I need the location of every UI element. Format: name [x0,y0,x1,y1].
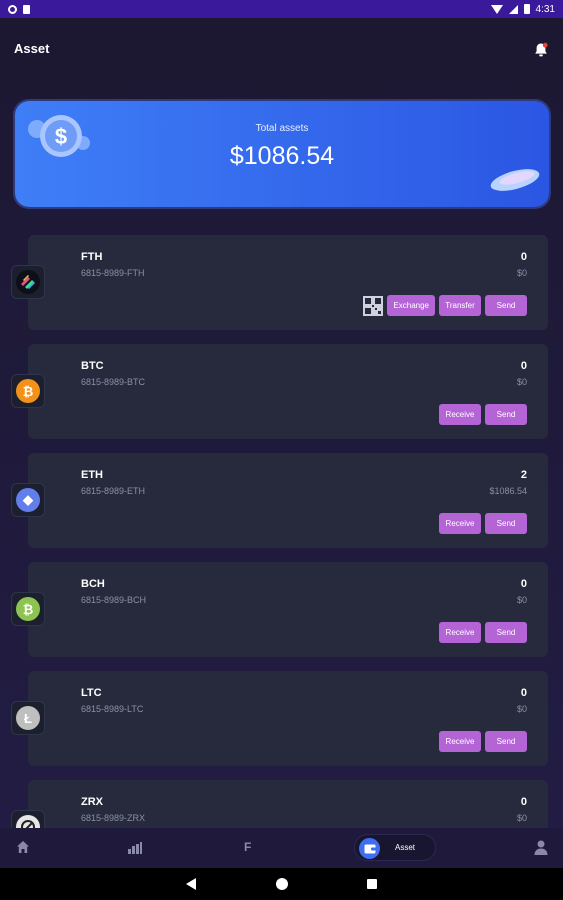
asset-usd-value: $0 [516,813,527,823]
asset-actions: Exchange Transfer Send [363,295,527,316]
nav-f-item[interactable]: F [244,840,251,854]
recent-apps-icon[interactable] [367,879,377,889]
asset-card[interactable]: BCH 6815-8989-BCH 0 $0 Receive Send [28,562,548,657]
asset-address: 6815-8989-FTH [81,268,145,278]
asset-item[interactable]: ZRX 6815-8989-ZRX 0 $0 [0,780,563,828]
ltc-coin-box: Ł [11,701,45,735]
bar-chart-icon[interactable] [128,842,142,854]
status-bar: 4:31 [0,0,563,18]
asset-usd-value: $0 [516,377,527,387]
zrx-coin-box [11,810,45,828]
asset-symbol: FTH [81,251,103,263]
nav-asset-tab[interactable]: Asset [354,834,436,861]
settings-status-icon [8,4,17,14]
bch-coin-icon: ₿ [16,597,40,621]
asset-usd-value: $0 [516,595,527,605]
asset-symbol: BCH [81,578,105,590]
asset-address: 6815-8989-LTC [81,704,144,714]
bch-coin-box: ₿ [11,592,45,626]
asset-address: 6815-8989-ETH [81,486,146,496]
receive-button[interactable]: Receive [439,731,481,752]
asset-balance: 0 [520,360,527,372]
asset-symbol: LTC [81,687,102,699]
asset-screen: Asset $ Total assets $1086.54 FTH 6815-89… [0,18,563,828]
asset-actions: Receive Send [439,731,527,752]
disc-decoration-icon [490,169,540,191]
send-button[interactable]: Send [485,731,527,752]
asset-symbol: ETH [81,469,103,481]
total-assets-label: Total assets [255,123,309,134]
asset-item[interactable]: LTC 6815-8989-LTC 0 $0 Receive Send Ł [0,671,563,766]
zrx-coin-icon [16,815,40,828]
asset-address: 6815-8989-BTC [81,377,146,387]
asset-card[interactable]: ZRX 6815-8989-ZRX 0 $0 [28,780,548,828]
asset-balance: 2 [520,469,527,481]
fth-coin-box [11,265,45,299]
receive-button[interactable]: Receive [439,404,481,425]
qr-code-icon[interactable] [363,295,384,316]
bottom-nav: F Asset [0,828,563,868]
signal-icon [508,4,518,14]
send-button[interactable]: Send [485,295,527,316]
eth-coin-icon: ◆ [16,488,40,512]
page-title: Asset [14,41,50,56]
asset-balance: 0 [520,578,527,590]
asset-actions: Receive Send [439,404,527,425]
wifi-icon [490,4,503,14]
btc-coin-box: ₿ [11,374,45,408]
receive-button[interactable]: Receive [439,622,481,643]
asset-item[interactable]: ETH 6815-8989-ETH 2 $1086.54 Receive Send ◆ [0,453,563,548]
send-button[interactable]: Send [485,513,527,534]
asset-usd-value: $0 [516,704,527,714]
receive-button[interactable]: Receive [439,513,481,534]
battery-icon [523,4,530,14]
asset-usd-value: $1086.54 [489,486,527,496]
total-assets-value: $1086.54 [229,142,335,170]
bell-icon[interactable] [533,42,549,58]
asset-actions: Receive Send [439,622,527,643]
fth-coin-icon [16,270,40,294]
nav-asset-label: Asset [395,843,416,852]
home-circle-icon[interactable] [276,878,288,890]
asset-balance: 0 [520,687,527,699]
sd-card-icon [23,4,30,14]
status-left [8,4,30,14]
asset-item[interactable]: FTH 6815-8989-FTH 0 $0 Exchange Transfer Send [0,235,563,330]
wallet-icon [359,838,380,859]
total-assets-card: $ Total assets $1086.54 [15,101,549,207]
ltc-coin-icon: Ł [16,706,40,730]
asset-symbol: ZRX [81,796,103,808]
system-nav-bar [0,868,563,900]
status-time: 4:31 [535,3,555,15]
send-button[interactable]: Send [485,622,527,643]
asset-card[interactable]: ETH 6815-8989-ETH 2 $1086.54 Receive Send [28,453,548,548]
asset-address: 6815-8989-BCH [81,595,147,605]
back-icon[interactable] [186,878,196,890]
transfer-button[interactable]: Transfer [439,295,481,316]
eth-coin-box: ◆ [11,483,45,517]
asset-balance: 0 [520,796,527,808]
asset-symbol: BTC [81,360,104,372]
asset-item[interactable]: BTC 6815-8989-BTC 0 $0 Receive Send ₿ [0,344,563,439]
asset-card[interactable]: FTH 6815-8989-FTH 0 $0 Exchange Transfer Send [28,235,548,330]
btc-coin-icon: ₿ [16,379,40,403]
asset-item[interactable]: BCH 6815-8989-BCH 0 $0 Receive Send ₿ [0,562,563,657]
status-right: 4:31 [490,3,555,15]
exchange-button[interactable]: Exchange [387,295,435,316]
asset-actions: Receive Send [439,513,527,534]
send-button[interactable]: Send [485,404,527,425]
user-icon[interactable] [534,840,548,855]
asset-usd-value: $0 [516,268,527,278]
asset-balance: 0 [520,251,527,263]
asset-address: 6815-8989-ZRX [81,813,146,823]
home-icon[interactable] [16,840,30,854]
asset-card[interactable]: BTC 6815-8989-BTC 0 $0 Receive Send [28,344,548,439]
asset-card[interactable]: LTC 6815-8989-LTC 0 $0 Receive Send [28,671,548,766]
